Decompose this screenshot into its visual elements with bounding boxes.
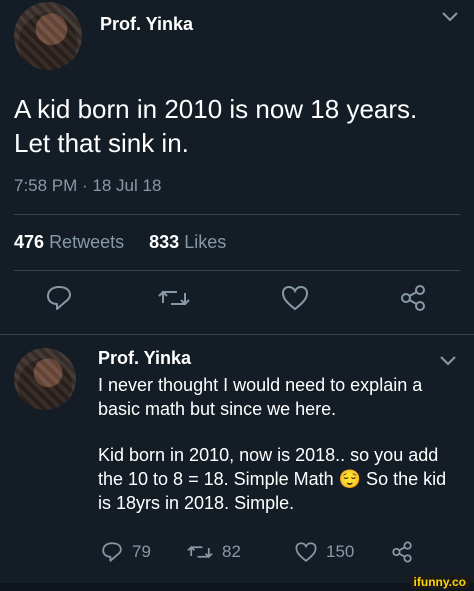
retweet-button[interactable]: 82 [186, 540, 241, 564]
tweet-timestamp[interactable]: 7:58 PM · 18 Jul 18 [14, 176, 161, 196]
share-button[interactable] [390, 540, 414, 564]
chevron-down-icon[interactable] [442, 12, 458, 22]
author-name[interactable]: Prof. Yinka [100, 14, 193, 35]
share-icon [390, 540, 414, 564]
reply-text: I never thought I would need to explain … [98, 373, 458, 515]
divider [0, 334, 474, 335]
divider [14, 214, 460, 215]
likes-label: Likes [184, 232, 227, 252]
retweets-count: 476 [14, 232, 45, 252]
chevron-down-icon[interactable] [440, 356, 456, 366]
reply-count: 79 [132, 542, 151, 561]
retweets-stat[interactable]: 476 Retweets [14, 232, 124, 252]
retweet-count: 82 [222, 542, 241, 561]
retweet-icon[interactable] [157, 283, 191, 313]
reply-icon[interactable] [44, 283, 74, 313]
reply-author-name[interactable]: Prof. Yinka [98, 348, 191, 369]
likes-count: 833 [149, 232, 180, 252]
retweet-icon [186, 540, 214, 564]
reply-icon [100, 540, 124, 564]
likes-stat[interactable]: 833 Likes [149, 232, 226, 252]
reply-button[interactable]: 79 [100, 540, 151, 564]
watermark: ifunny.co [409, 575, 470, 589]
like-icon[interactable] [280, 283, 310, 313]
like-button[interactable]: 150 [294, 540, 354, 564]
retweets-label: Retweets [49, 232, 125, 252]
reply-paragraph: Kid born in 2010, now is 2018.. so you a… [98, 445, 447, 513]
footer-bar [0, 583, 474, 591]
avatar[interactable] [14, 2, 82, 70]
reply-paragraph: I never thought I would need to explain … [98, 375, 423, 419]
avatar[interactable] [14, 348, 76, 410]
like-icon [294, 540, 318, 564]
tweet-actions [0, 283, 474, 323]
like-count: 150 [326, 542, 355, 561]
reply-actions: 79 82 150 [0, 540, 474, 570]
tweet-text: A kid born in 2010 is now 18 years. Let … [14, 94, 418, 158]
divider [14, 270, 460, 271]
engagement-stats: 476 Retweets 833 Likes [14, 232, 226, 253]
share-icon[interactable] [398, 283, 428, 313]
